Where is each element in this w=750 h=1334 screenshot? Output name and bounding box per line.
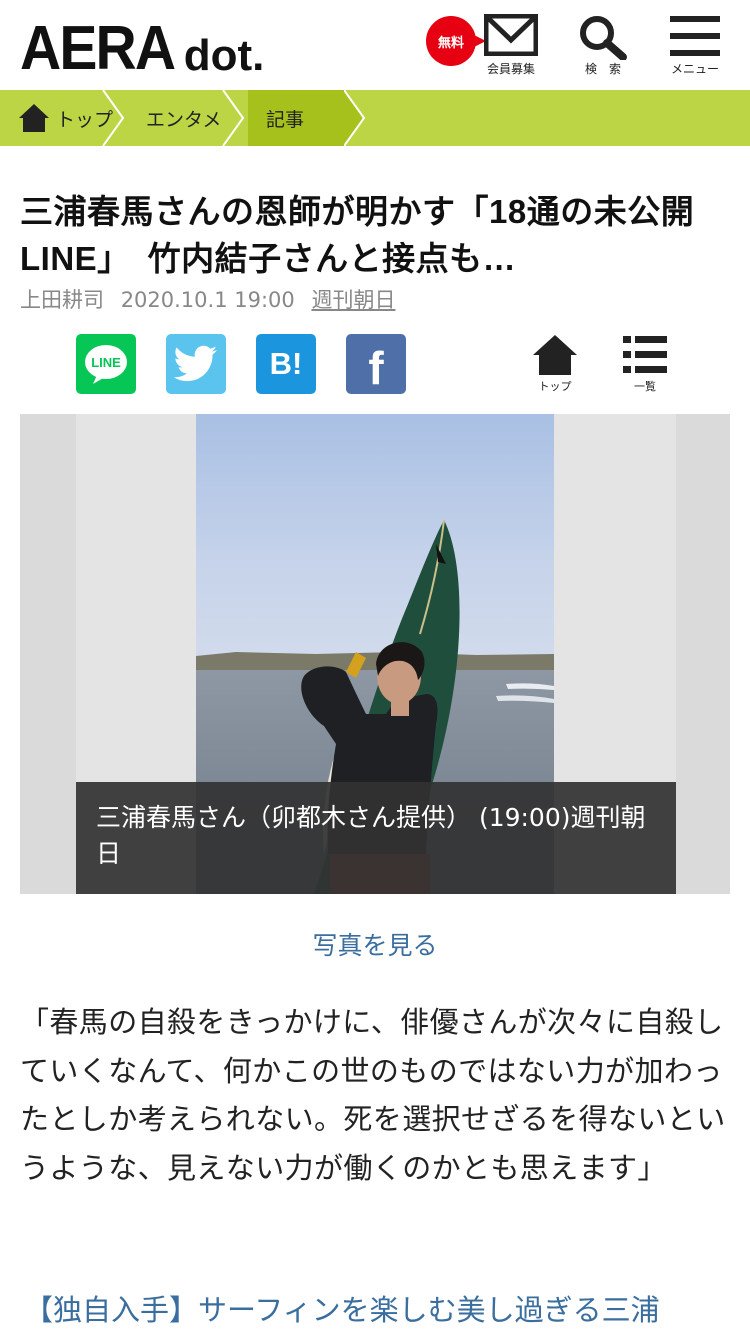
breadcrumb-article: 記事	[248, 90, 366, 146]
chevron-right-icon	[222, 90, 245, 146]
breadcrumb-label: 記事	[266, 108, 305, 131]
chevron-right-icon	[344, 90, 366, 146]
menu-label: メニュー	[670, 62, 719, 76]
envelope-icon	[484, 14, 538, 56]
article-author: 上田耕司	[20, 288, 104, 312]
member-signup-button[interactable]: 会員募集	[484, 14, 538, 77]
article-meta: 上田耕司 2020.10.1 19:00 週刊朝日	[20, 284, 405, 314]
nav-top-label: トップ	[538, 380, 572, 393]
free-badge[interactable]: 無料	[426, 16, 486, 66]
free-badge-label: 無料	[437, 35, 464, 51]
share-line-button[interactable]: LINE	[76, 334, 136, 394]
logo-sub: dot.	[183, 31, 265, 80]
site-header: AERA dot. 無料 会員募集 検 索 メニュー	[0, 0, 750, 90]
see-photos-link[interactable]: 写真を見る	[0, 926, 750, 962]
nav-list-button[interactable]: 一覧	[622, 334, 668, 394]
logo-main: AERA	[20, 14, 176, 83]
search-button[interactable]: 検 索	[578, 14, 628, 77]
share-facebook-button[interactable]: f	[346, 334, 406, 394]
menu-button[interactable]: メニュー	[668, 14, 722, 77]
breadcrumb-label: エンタメ	[146, 108, 222, 131]
member-label: 会員募集	[486, 62, 535, 76]
photo-frame: 三浦春馬さん（卯都木さん提供） (19:00)週刊朝日	[20, 414, 730, 894]
magnifier-icon	[580, 16, 627, 60]
facebook-icon: f	[368, 342, 384, 394]
svg-text:LINE: LINE	[91, 355, 121, 370]
bird-icon	[173, 345, 217, 382]
house-icon	[19, 104, 49, 132]
site-logo[interactable]: AERA dot.	[20, 14, 264, 80]
search-label: 検 索	[584, 62, 621, 76]
related-article-link[interactable]: 【独自入手】サーフィンを楽しむ美し過ぎる三浦	[24, 1288, 736, 1332]
share-twitter-button[interactable]	[166, 334, 226, 394]
hamburger-icon	[670, 16, 720, 56]
chevron-right-icon	[102, 90, 125, 146]
breadcrumb-entertainment[interactable]: エンタメ	[128, 90, 248, 146]
article-title: 三浦春馬さんの恩師が明かす「18通の未公開LINE」 竹内結子さんと接点も…	[20, 193, 695, 277]
share-hatena-button[interactable]: B!	[256, 334, 316, 394]
article-body: 「春馬の自殺をきっかけに、俳優さんが次々に自殺していくなんて、何かこの世のもので…	[20, 1005, 726, 1185]
photo-caption: 三浦春馬さん（卯都木さん提供） (19:00)週刊朝日	[76, 782, 676, 894]
line-icon: LINE	[85, 345, 127, 384]
article-source-link[interactable]: 週刊朝日	[311, 288, 395, 312]
nav-top-button[interactable]: トップ	[532, 334, 578, 394]
breadcrumb-top[interactable]: トップ	[0, 90, 128, 146]
list-icon	[623, 336, 667, 373]
nav-list-label: 一覧	[634, 380, 656, 393]
hatena-icon: B!	[269, 346, 303, 381]
breadcrumb: トップ エンタメ 記事	[0, 90, 750, 146]
house-icon	[533, 335, 577, 375]
article-datetime: 2020.10.1 19:00	[120, 288, 295, 312]
